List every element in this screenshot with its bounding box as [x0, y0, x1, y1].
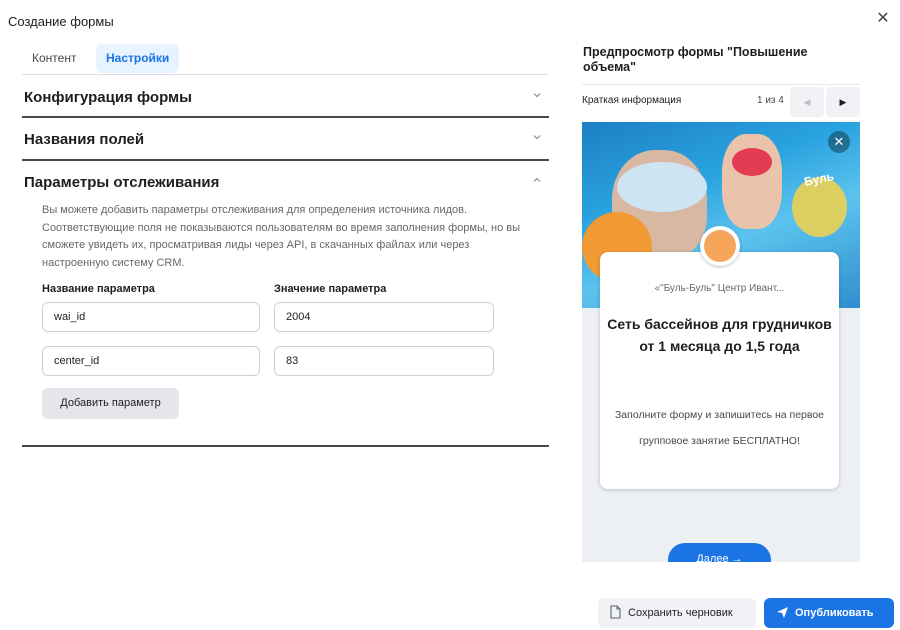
tab-bar: Контент Настройки	[22, 44, 548, 75]
send-icon	[777, 607, 788, 618]
preview-next-label: Далее	[696, 553, 729, 562]
section-title: Параметры отслеживания	[24, 174, 220, 191]
section-title: Конфигурация формы	[24, 89, 192, 106]
caret-right-icon: ▶	[839, 97, 847, 107]
arrow-right-icon: →	[731, 553, 743, 562]
tab-content[interactable]: Контент	[22, 44, 86, 73]
image-shape	[732, 148, 772, 176]
dialog-title: Создание формы	[8, 14, 114, 29]
section-field-names[interactable]: Названия полей	[22, 118, 548, 160]
section-tracking-params[interactable]: Параметры отслеживания	[22, 161, 548, 203]
tab-settings[interactable]: Настройки	[96, 44, 180, 73]
preview-page-counter: 1 из 4	[757, 95, 784, 106]
section-divider	[22, 445, 549, 447]
next-page-button[interactable]: ▶	[826, 87, 860, 117]
param-name-header: Название параметра	[42, 283, 155, 295]
section-title: Названия полей	[24, 131, 145, 148]
param-name-input[interactable]: center_id	[42, 346, 260, 376]
preview-close-icon[interactable]: ✕	[828, 131, 850, 153]
form-preview: Буль ✕ «"Буль-Буль" Центр Ивант... Сеть …	[582, 122, 860, 562]
tracking-description: Вы можете добавить параметры отслеживани…	[42, 204, 521, 269]
publish-label: Опубликовать	[795, 607, 874, 619]
avatar	[700, 226, 740, 266]
prev-page-button[interactable]: ◀	[790, 87, 824, 117]
section-header[interactable]: Параметры отслеживания	[22, 161, 548, 203]
add-parameter-button[interactable]: Добавить параметр	[42, 388, 179, 419]
publish-button[interactable]: Опубликовать	[764, 598, 894, 628]
document-icon	[610, 605, 621, 619]
image-shape	[617, 162, 707, 212]
chevron-down-icon	[533, 135, 541, 140]
param-value-header: Значение параметра	[274, 283, 387, 295]
preview-page-name: «"Буль-Буль" Центр Ивант...	[654, 283, 785, 294]
preview-card: «"Буль-Буль" Центр Ивант... Сеть бассейн…	[600, 226, 839, 489]
preview-headline: Сеть бассейнов для грудничков от 1 месяц…	[607, 316, 832, 354]
param-value-input[interactable]: 83	[274, 346, 494, 376]
preview-body: Заполните форму и запишитесь на первое г…	[614, 409, 825, 447]
save-draft-button[interactable]: Сохранить черновик	[598, 598, 756, 628]
chevron-up-icon	[533, 177, 541, 182]
chevron-down-icon	[533, 93, 541, 98]
param-value-input[interactable]: 2004	[274, 302, 494, 332]
preview-nav-bar: Краткая информация 1 из 4 ◀ ▶	[582, 84, 860, 117]
section-header[interactable]: Конфигурация формы	[22, 76, 548, 118]
section-form-config[interactable]: Конфигурация формы	[22, 76, 548, 118]
param-name-input[interactable]: wai_id	[42, 302, 260, 332]
preview-title: Предпросмотр формы "Повышение объема"	[583, 45, 808, 74]
preview-next-button[interactable]: Далее →	[668, 543, 771, 562]
preview-section-label: Краткая информация	[582, 95, 682, 106]
close-icon[interactable]: ✕	[874, 10, 892, 28]
section-header[interactable]: Названия полей	[22, 118, 548, 160]
caret-left-icon: ◀	[803, 97, 811, 107]
save-draft-label: Сохранить черновик	[628, 607, 733, 619]
